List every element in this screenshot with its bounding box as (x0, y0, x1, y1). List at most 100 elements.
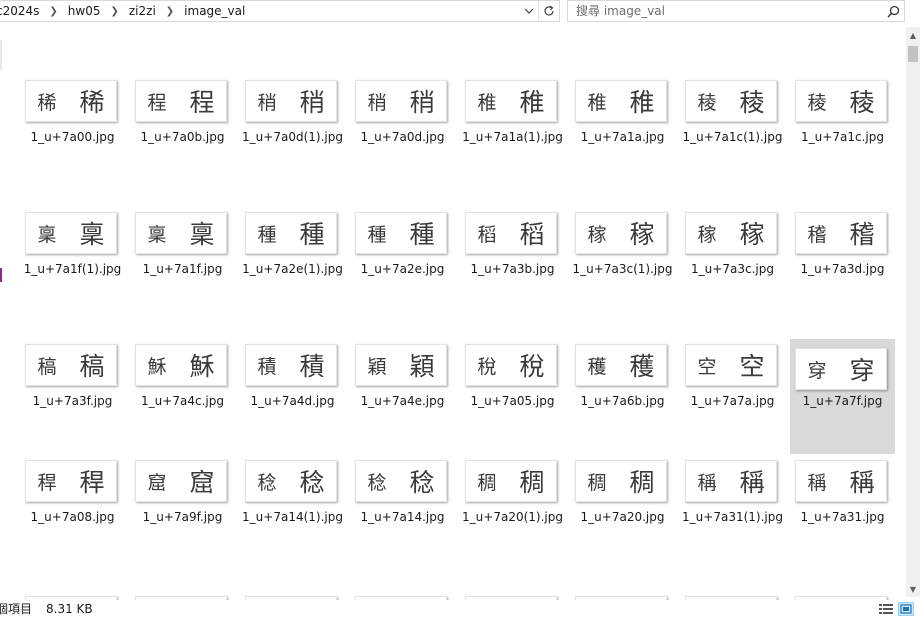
thumbnail-image[interactable]: 稅稅 (465, 344, 557, 386)
thumbnail-image[interactable]: 穎穎 (355, 344, 447, 386)
search-box[interactable] (567, 0, 905, 22)
file-name: 1_u+7a05.jpg (470, 394, 555, 408)
thumbnail-image[interactable]: 種種 (355, 212, 447, 254)
breadcrumb-item[interactable]: zi2zi (123, 4, 162, 18)
scrollbar-thumb[interactable] (908, 46, 918, 62)
thumbnail-image[interactable]: 稚稚 (575, 80, 667, 122)
scroll-up-icon[interactable]: ▲ (906, 27, 920, 43)
thumbnail-image[interactable]: 穌穌 (135, 344, 227, 386)
thumbnail-image[interactable]: 稠稠 (465, 460, 557, 502)
thumbnail-image[interactable]: 稟稟 (25, 212, 117, 254)
thumbnail-image[interactable]: 空空 (685, 344, 777, 386)
file-item[interactable]: 穿穿 1_u+7a7f.jpg (790, 339, 895, 454)
scroll-down-icon[interactable]: ▼ (906, 581, 920, 597)
file-item[interactable]: 稠稠 1_u+7a20.jpg (570, 455, 675, 570)
file-item[interactable]: 稟稟 1_u+7a1f.jpg (130, 207, 235, 322)
file-item[interactable]: 稱稱 1_u+7a31(1).jpg (680, 455, 785, 570)
chevron-right-icon[interactable]: ❯ (162, 6, 178, 17)
thumbnail-glyph-target: 稔 (409, 468, 435, 497)
thumbnail-image[interactable]: 窟窟 (135, 460, 227, 502)
file-item[interactable]: 積積 1_u+7a4d.jpg (240, 339, 345, 454)
file-item[interactable]: 稍稍 1_u+7a0d.jpg (350, 75, 455, 190)
thumbnail-image[interactable]: 穿穿 (795, 348, 887, 390)
thumbnail-image[interactable]: 稔稔 (355, 460, 447, 502)
file-name: 1_u+7a1f.jpg (142, 262, 223, 276)
thumbnail-image[interactable]: 稟稟 (135, 212, 227, 254)
file-item[interactable]: 空空 1_u+7a7a.jpg (680, 339, 785, 454)
file-item[interactable]: 種種 1_u+7a2e(1).jpg (240, 207, 345, 322)
thumbnail-image[interactable]: 稈稈 (25, 460, 117, 502)
thumbnail-glyph-generated: 稀 (37, 91, 57, 114)
file-item[interactable]: 稀稀 1_u+7a00.jpg (20, 75, 125, 190)
file-item[interactable]: 稟稟 1_u+7a1f(1).jpg (20, 207, 125, 322)
file-name: 1_u+7a20(1).jpg (462, 510, 563, 524)
details-view-icon[interactable] (878, 602, 894, 616)
thumbnail-image[interactable]: 稽稽 (795, 212, 887, 254)
thumbnail-image[interactable]: 稔稔 (245, 460, 337, 502)
file-item[interactable]: 稼稼 1_u+7a3c.jpg (680, 207, 785, 322)
thumbnail-image[interactable]: 程程 (135, 80, 227, 122)
chevron-down-icon[interactable] (520, 1, 538, 21)
thumbnail-image[interactable]: 積積 (245, 344, 337, 386)
thumbnail-glyph-target: 積 (299, 352, 325, 381)
file-item[interactable]: 稽稽 1_u+7a3d.jpg (790, 207, 895, 322)
search-icon[interactable] (882, 1, 904, 21)
breadcrumb-item[interactable]: hw05 (62, 4, 107, 18)
chevron-right-icon[interactable]: ❯ (106, 6, 122, 17)
file-item[interactable]: 窟窟 1_u+7a9f.jpg (130, 455, 235, 570)
chevron-right-icon[interactable]: ❯ (45, 6, 61, 17)
thumbnail-glyph-generated: 程 (147, 91, 167, 114)
address-bar[interactable]: c2024s ❯ hw05 ❯ zi2zi ❯ image_val (0, 0, 560, 22)
file-item[interactable]: 稔稔 1_u+7a14.jpg (350, 455, 455, 570)
refresh-icon[interactable] (538, 1, 559, 21)
file-item[interactable]: 穫穫 1_u+7a6b.jpg (570, 339, 675, 454)
thumbnail-image[interactable]: 稍稍 (355, 80, 447, 122)
thumbnail-image[interactable]: 稱稱 (795, 460, 887, 502)
thumbnail-glyph-generated: 穎 (367, 355, 387, 378)
file-item[interactable]: 稱稱 1_u+7a31.jpg (790, 455, 895, 570)
file-item[interactable]: 稅稅 1_u+7a05.jpg (460, 339, 565, 454)
file-item[interactable]: 程程 1_u+7a0b.jpg (130, 75, 235, 190)
thumbnail-glyph-target: 稻 (519, 220, 545, 249)
file-item[interactable]: 稈稈 1_u+7a08.jpg (20, 455, 125, 570)
file-name: 1_u+7a3c(1).jpg (572, 262, 673, 276)
file-item[interactable]: 稠稠 1_u+7a20(1).jpg (460, 455, 565, 570)
large-icons-view-icon[interactable] (898, 601, 914, 616)
thumbnail-image[interactable]: 稍稍 (245, 80, 337, 122)
file-item[interactable]: 稚稚 1_u+7a1a.jpg (570, 75, 675, 190)
thumbnail-image[interactable]: 稿稿 (25, 344, 117, 386)
thumbnail-glyph-generated: 稱 (697, 471, 717, 494)
file-name: 1_u+7a31.jpg (800, 510, 885, 524)
breadcrumb-item[interactable]: c2024s (0, 4, 45, 18)
thumbnail-image[interactable]: 種種 (245, 212, 337, 254)
file-item[interactable]: 稚稚 1_u+7a1a(1).jpg (460, 75, 565, 190)
thumbnail-image[interactable]: 稀稀 (25, 80, 117, 122)
file-item[interactable]: 穌穌 1_u+7a4c.jpg (130, 339, 235, 454)
file-item[interactable]: 稜稜 1_u+7a1c.jpg (790, 75, 895, 190)
file-item[interactable]: 稔稔 1_u+7a14(1).jpg (240, 455, 345, 570)
file-item[interactable]: 稍稍 1_u+7a0d(1).jpg (240, 75, 345, 190)
thumbnail-glyph-generated: 稠 (477, 471, 497, 494)
thumbnail-image[interactable]: 稠稠 (575, 460, 667, 502)
breadcrumb-item[interactable]: image_val (178, 4, 251, 18)
thumbnail-image[interactable]: 稜稜 (795, 80, 887, 122)
thumbnail-glyph-target: 稱 (739, 468, 765, 497)
file-item[interactable]: 稿稿 1_u+7a3f.jpg (20, 339, 125, 454)
thumbnail-glyph-target: 穿 (849, 356, 875, 385)
search-input[interactable] (568, 3, 882, 19)
vertical-scrollbar[interactable]: ▲ ▼ (906, 27, 920, 597)
file-item[interactable]: 穎穎 1_u+7a4e.jpg (350, 339, 455, 454)
thumbnail-image[interactable]: 稱稱 (685, 460, 777, 502)
file-name: 1_u+7a2e(1).jpg (242, 262, 343, 276)
thumbnail-image[interactable]: 稚稚 (465, 80, 557, 122)
thumbnail-image[interactable]: 穫穫 (575, 344, 667, 386)
thumbnail-image[interactable]: 稜稜 (685, 80, 777, 122)
thumbnail-image[interactable]: 稼稼 (685, 212, 777, 254)
file-item[interactable]: 種種 1_u+7a2e.jpg (350, 207, 455, 322)
file-item[interactable]: 稻稻 1_u+7a3b.jpg (460, 207, 565, 322)
thumbnail-image[interactable]: 稼稼 (575, 212, 667, 254)
thumbnail-image[interactable]: 稻稻 (465, 212, 557, 254)
file-item[interactable]: 稼稼 1_u+7a3c(1).jpg (570, 207, 675, 322)
file-item[interactable]: 稜稜 1_u+7a1c(1).jpg (680, 75, 785, 190)
thumbnail-glyph-generated: 稿 (37, 355, 57, 378)
